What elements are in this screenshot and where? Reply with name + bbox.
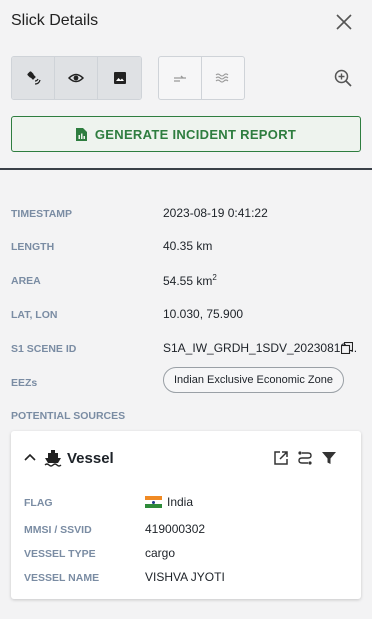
area-row: AREA 54.55 km2 xyxy=(11,271,361,291)
vessel-flag-text: India xyxy=(167,495,194,509)
vessel-name-row: VESSEL NAME VISHVA JYOTI xyxy=(24,570,354,588)
scene-id-label: S1 SCENE ID xyxy=(11,343,77,355)
vessel-type-label: VESSEL TYPE xyxy=(24,548,96,560)
wind-icon xyxy=(173,75,186,82)
layer-toggle-group xyxy=(11,56,142,100)
area-label: AREA xyxy=(11,275,41,287)
scene-id-row: S1 SCENE ID S1A_IW_GRDH_1SDV_20230819... xyxy=(11,339,361,359)
close-icon xyxy=(336,14,352,30)
section-divider xyxy=(0,168,372,170)
vessel-flag-label: FLAG xyxy=(24,497,53,509)
latlon-row: LAT, LON 10.030, 75.900 xyxy=(11,305,361,325)
image-toggle-button[interactable] xyxy=(98,57,141,99)
close-button[interactable] xyxy=(334,12,354,32)
vessel-title: Vessel xyxy=(67,450,114,467)
document-icon xyxy=(75,127,87,141)
zoom-in-icon xyxy=(334,69,352,87)
area-unit-superscript: 2 xyxy=(212,273,217,282)
vessel-card-header: Vessel xyxy=(11,431,361,487)
route-icon xyxy=(298,451,312,465)
waves-icon xyxy=(215,73,229,83)
vessel-track-button[interactable] xyxy=(297,450,313,466)
vessel-mmsi-row: MMSI / SSVID 419000302 xyxy=(24,522,354,540)
vessel-name-label: VESSEL NAME xyxy=(24,572,100,584)
area-number: 54.55 km xyxy=(163,274,213,288)
visibility-toggle-button[interactable] xyxy=(55,57,98,99)
filter-vessel-button[interactable] xyxy=(321,450,337,466)
length-row: LENGTH 40.35 km xyxy=(11,237,361,257)
collapse-vessel-button[interactable] xyxy=(24,453,36,461)
eez-chip[interactable]: Indian Exclusive Economic Zone xyxy=(163,367,344,393)
eez-label: EEZs xyxy=(11,377,38,389)
scene-id-value: S1A_IW_GRDH_1SDV_20230819... xyxy=(163,341,358,355)
generate-report-button[interactable]: GENERATE INCIDENT REPORT xyxy=(11,116,361,152)
ship-icon xyxy=(44,450,62,467)
vessel-card: Vessel FLAG India MMSI / SSVID 419000302… xyxy=(11,431,361,599)
external-link-icon xyxy=(274,451,288,465)
chevron-up-icon xyxy=(24,453,36,461)
eye-icon xyxy=(68,73,84,83)
open-vessel-link-button[interactable] xyxy=(273,450,289,466)
vessel-mmsi-label: MMSI / SSVID xyxy=(24,524,92,536)
timestamp-value: 2023-08-19 0:41:22 xyxy=(163,206,268,220)
eez-row: EEZs Indian Exclusive Economic Zone xyxy=(11,367,361,393)
vessel-type-row: VESSEL TYPE cargo xyxy=(24,546,354,564)
satellite-toggle-button[interactable] xyxy=(12,57,55,99)
latlon-label: LAT, LON xyxy=(11,309,58,321)
latlon-value: 10.030, 75.900 xyxy=(163,307,244,321)
copy-icon xyxy=(341,342,353,354)
wind-toggle-button[interactable] xyxy=(159,57,202,99)
potential-sources-label: POTENTIAL SOURCES xyxy=(11,410,126,422)
image-icon xyxy=(113,72,126,84)
vessel-name-value: VISHVA JYOTI xyxy=(145,570,225,584)
generate-report-label: GENERATE INCIDENT REPORT xyxy=(94,126,297,142)
copy-scene-id-button[interactable] xyxy=(341,342,353,354)
overlay-toggle-group xyxy=(158,56,245,100)
filter-icon xyxy=(322,452,336,464)
length-value: 40.35 km xyxy=(163,239,213,253)
waves-toggle-button[interactable] xyxy=(202,57,245,99)
area-value: 54.55 km2 xyxy=(163,273,217,288)
india-flag-icon xyxy=(145,496,162,508)
satellite-icon xyxy=(27,71,41,85)
potential-sources-row: POTENTIAL SOURCES xyxy=(11,406,361,426)
panel-header: Slick Details xyxy=(0,0,372,44)
panel-title: Slick Details xyxy=(11,12,99,29)
vessel-flag-value: India xyxy=(145,495,193,509)
vessel-mmsi-value: 419000302 xyxy=(145,522,206,536)
length-label: LENGTH xyxy=(11,241,55,253)
zoom-to-slick-button[interactable] xyxy=(333,68,355,90)
layer-toolbar xyxy=(0,56,372,100)
vessel-type-value: cargo xyxy=(145,546,176,560)
timestamp-row: TIMESTAMP 2023-08-19 0:41:22 xyxy=(11,204,361,224)
vessel-flag-row: FLAG India xyxy=(24,495,354,513)
timestamp-label: TIMESTAMP xyxy=(11,208,73,220)
